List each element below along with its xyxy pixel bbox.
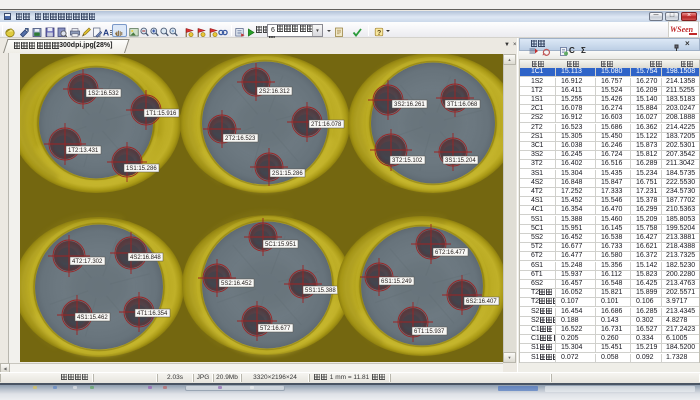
svg-text:4T2:17.302: 4T2:17.302 <box>72 259 103 265</box>
svg-text:5S2:16.452: 5S2:16.452 <box>221 281 252 287</box>
svg-text:6T1:15.937: 6T1:15.937 <box>414 329 445 335</box>
svg-text:3T2:15.102: 3T2:15.102 <box>392 158 423 164</box>
svg-text:1S1:15.286: 1S1:15.286 <box>126 166 157 172</box>
svg-text:6S2:16.407: 6S2:16.407 <box>466 299 497 305</box>
svg-text:3S2:16.261: 3S2:16.261 <box>394 102 425 108</box>
svg-text:2T1:16.078: 2T1:16.078 <box>311 122 342 128</box>
svg-text:1S2:16.532: 1S2:16.532 <box>88 91 119 97</box>
svg-text:4S1:15.462: 4S1:15.462 <box>77 315 108 321</box>
svg-text:5C1:15.951: 5C1:15.951 <box>265 242 297 248</box>
svg-text:5S1:15.388: 5S1:15.388 <box>305 288 336 294</box>
svg-text:4S2:16.848: 4S2:16.848 <box>130 255 161 261</box>
svg-text:2T2:16.523: 2T2:16.523 <box>225 136 256 142</box>
svg-text:3S1:15.204: 3S1:15.204 <box>445 158 476 164</box>
svg-text:4T1:16.354: 4T1:16.354 <box>137 311 168 317</box>
svg-text:5T2:16.677: 5T2:16.677 <box>260 326 291 332</box>
svg-text:2S1:15.286: 2S1:15.286 <box>272 171 303 177</box>
svg-text:3T1:16.068: 3T1:16.068 <box>447 102 478 108</box>
svg-text:6T2:16.477: 6T2:16.477 <box>435 250 466 256</box>
svg-text:6S1:15.249: 6S1:15.249 <box>381 279 412 285</box>
svg-text:2S2:16.312: 2S2:16.312 <box>259 89 290 95</box>
svg-text:WSeen: WSeen <box>670 25 694 34</box>
svg-text:?: ? <box>377 30 381 37</box>
svg-text:1T2:13.431: 1T2:13.431 <box>68 148 99 154</box>
svg-text:A: A <box>103 28 109 38</box>
svg-text:1T1:15.916: 1T1:15.916 <box>146 111 177 117</box>
